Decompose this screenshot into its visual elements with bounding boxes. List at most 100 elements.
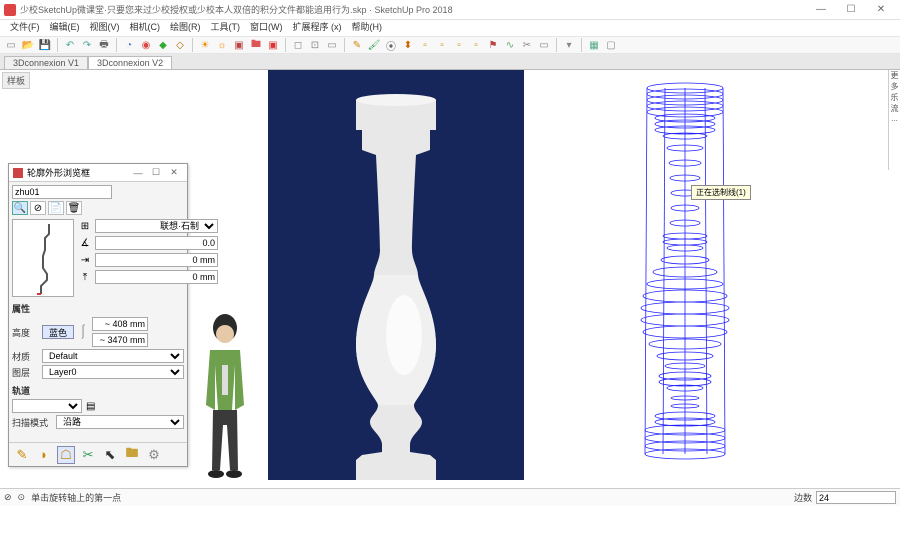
grid-icon: ⊞ (78, 221, 92, 232)
height-bottom-input[interactable] (92, 333, 148, 347)
tool-folder-icon[interactable]: 🖿 (123, 446, 141, 464)
offset-x-icon: ⇥ (78, 255, 92, 266)
tab-scene-1[interactable]: 3Dconnexion V1 (4, 56, 88, 69)
separator (581, 38, 582, 52)
plugin2-icon[interactable]: ▢ (604, 38, 618, 52)
axe-icon[interactable]: ⬍ (401, 38, 415, 52)
tab-scene-2[interactable]: 3Dconnexion V2 (88, 56, 172, 69)
box-icon[interactable]: ▫ (418, 38, 432, 52)
material-select[interactable]: Default (42, 349, 184, 363)
flag-icon[interactable]: ⚑ (486, 38, 500, 52)
tool-pencil-icon[interactable]: ✎ (13, 446, 31, 464)
plugin-icon[interactable]: ▦ (587, 38, 601, 52)
status-help2-icon[interactable]: ⊙ (18, 492, 26, 503)
window-title: 少校SketchUp微课堂·只要您来过少校授权或少校本人双倍的积分文件都能追用行… (20, 3, 806, 16)
app-icon (4, 4, 16, 16)
measurement-input[interactable] (816, 491, 896, 504)
material-label: 材质 (12, 350, 38, 363)
layer-select[interactable]: Layer0 (42, 365, 184, 379)
menu-edit[interactable]: 编辑(E) (46, 20, 84, 36)
separator (556, 38, 557, 52)
rotation-input[interactable] (95, 236, 218, 250)
eyedropper-icon[interactable]: ⦿ (384, 38, 398, 52)
panel-maximize-button[interactable]: ☐ (147, 167, 165, 178)
wireframe-model[interactable] (600, 78, 770, 468)
box3-icon[interactable]: ▫ (452, 38, 466, 52)
style-icon[interactable]: ▣ (232, 38, 246, 52)
separator (344, 38, 345, 52)
mode-label: 扫描模式 (12, 416, 52, 429)
search-button[interactable]: 🔍 (12, 201, 28, 215)
maximize-button[interactable]: ☐ (836, 1, 866, 19)
minimize-button[interactable]: — (806, 1, 836, 19)
menu-draw[interactable]: 绘图(R) (166, 20, 205, 36)
matched-photo (268, 70, 524, 480)
shadow-icon[interactable]: ☼ (215, 38, 229, 52)
status-hint: 单击旋转轴上的第一点 (31, 491, 121, 504)
model-info-icon[interactable]: ◔ (122, 38, 136, 52)
sun-icon[interactable]: ☀ (198, 38, 212, 52)
menu-extensions[interactable]: 扩展程序 (x) (289, 20, 346, 36)
box2-icon[interactable]: ▫ (435, 38, 449, 52)
status-bar: ⊘ ⊙ 单击旋转轴上的第一点 边数 (0, 488, 900, 506)
path-select[interactable] (12, 399, 82, 413)
wire-icon[interactable]: ⊡ (308, 38, 322, 52)
offset-x-input[interactable] (95, 253, 218, 267)
print-icon[interactable]: 🖶 (97, 38, 111, 52)
cut-icon[interactable]: ✂ (520, 38, 534, 52)
tool-knife-icon[interactable]: ✂ (79, 446, 97, 464)
menu-file[interactable]: 文件(F) (6, 20, 44, 36)
redo-icon[interactable]: ↷ (80, 38, 94, 52)
rotation-icon: ∡ (78, 238, 92, 249)
right-tray[interactable]: 更多 乐 流 ... (888, 70, 900, 170)
height-top-input[interactable] (92, 317, 148, 331)
brush-icon[interactable]: 🖌 (367, 38, 381, 52)
delete-button[interactable]: 🗑 (66, 201, 82, 215)
dropdown-icon[interactable]: ▾ (562, 38, 576, 52)
bracket-icon: ⎰ (78, 322, 88, 342)
left-tray-label[interactable]: 样板 (2, 72, 30, 89)
status-help1-icon[interactable]: ⊘ (4, 492, 12, 503)
mode-select[interactable]: 沿路 (56, 415, 184, 429)
path-add-icon[interactable]: ▤ (86, 401, 95, 412)
menu-help[interactable]: 帮助(H) (348, 20, 387, 36)
menu-camera[interactable]: 相机(C) (126, 20, 165, 36)
folder-icon[interactable]: 🖿 (249, 38, 263, 52)
menu-tools[interactable]: 工具(T) (207, 20, 245, 36)
scene-tabs: 3Dconnexion V1 3Dconnexion V2 (0, 54, 900, 70)
profile-name-input[interactable] (12, 185, 112, 199)
pencil-icon[interactable]: ✎ (350, 38, 364, 52)
undo-icon[interactable]: ↶ (63, 38, 77, 52)
blue-button[interactable]: 蓝色 (42, 325, 74, 339)
ext-manager-icon[interactable]: ◆ (156, 38, 170, 52)
open-icon[interactable]: 📂 (21, 38, 35, 52)
panel-minimize-button[interactable]: — (129, 168, 147, 178)
save-button[interactable]: 📄 (48, 201, 64, 215)
separator (192, 38, 193, 52)
profile-preview[interactable] (12, 219, 74, 297)
tool-person-icon[interactable]: ☖ (57, 446, 75, 464)
note-icon[interactable]: ▭ (537, 38, 551, 52)
transparent-icon[interactable]: ◻ (291, 38, 305, 52)
height-label: 高度 (12, 326, 38, 339)
box4-icon[interactable]: ▫ (469, 38, 483, 52)
hidden-icon[interactable]: ▭ (325, 38, 339, 52)
curve-icon[interactable]: ∿ (503, 38, 517, 52)
panel-icon (13, 168, 23, 178)
tool-select-icon[interactable]: ⬉ (101, 446, 119, 464)
camera-icon[interactable]: ▣ (266, 38, 280, 52)
offset-y-input[interactable] (95, 270, 218, 284)
extb-icon[interactable]: ◇ (173, 38, 187, 52)
team-select[interactable]: 联想·石制 (95, 219, 218, 233)
panel-close-button[interactable]: ✕ (165, 167, 183, 178)
menu-window[interactable]: 窗口(W) (246, 20, 287, 36)
tool-gear-icon[interactable]: ⚙ (145, 446, 163, 464)
menu-view[interactable]: 视图(V) (86, 20, 124, 36)
ext-warehouse-icon[interactable]: ◉ (139, 38, 153, 52)
close-button[interactable]: ✕ (866, 1, 896, 19)
separator (116, 38, 117, 52)
tool-extrude-icon[interactable]: ◗ (35, 446, 53, 464)
save-icon[interactable]: 💾 (38, 38, 52, 52)
reset-button[interactable]: ⊘ (30, 201, 46, 215)
new-icon[interactable]: ▭ (4, 38, 18, 52)
